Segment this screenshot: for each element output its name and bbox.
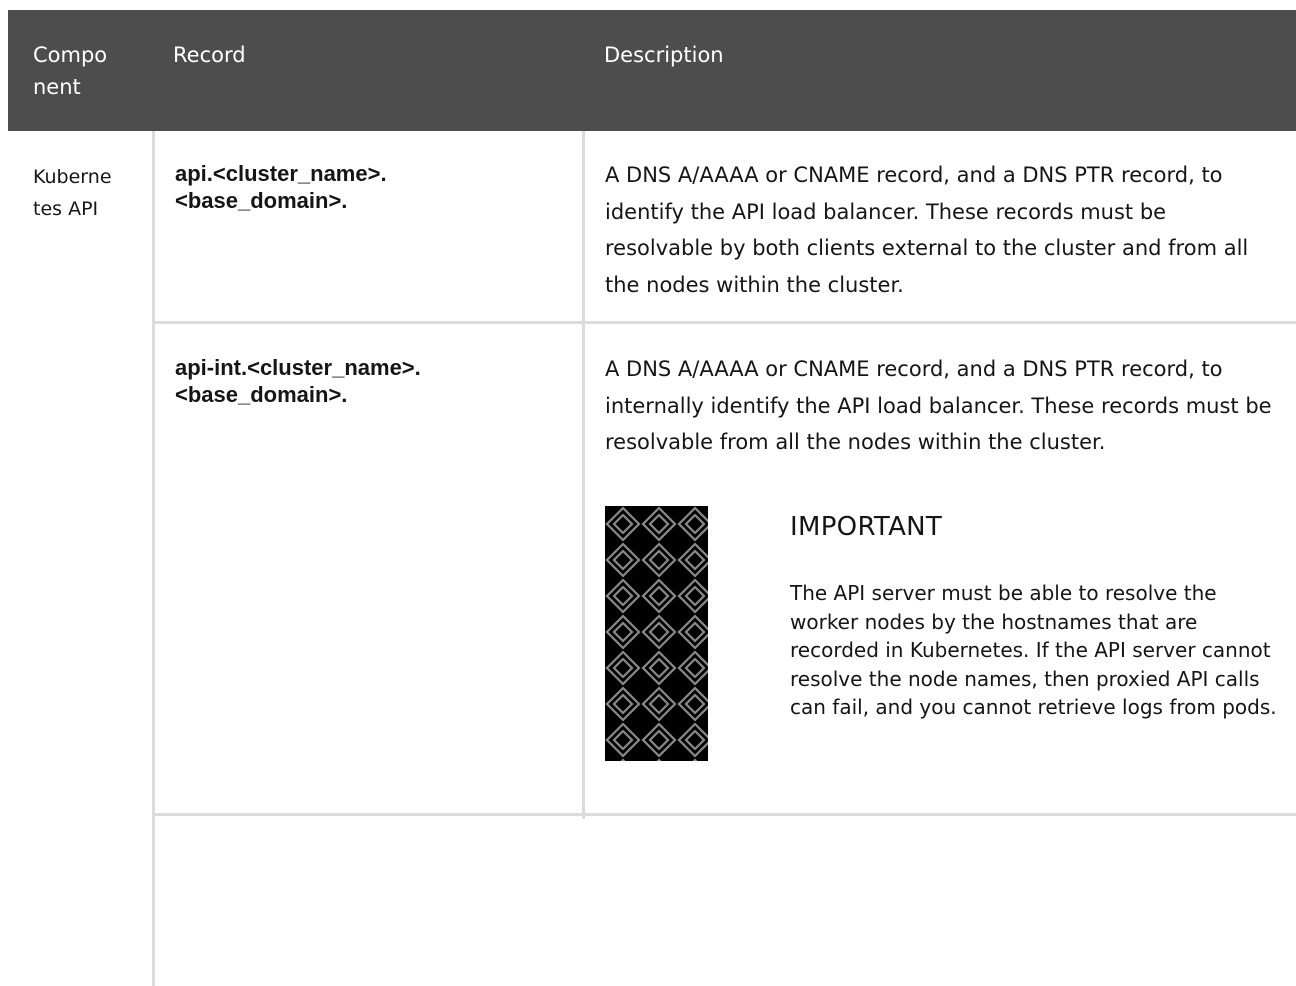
table-header: Compo nent Record Description	[8, 10, 1296, 131]
row-divider-2	[155, 813, 1296, 816]
record-api-line1: api.<cluster_name>.	[175, 161, 387, 186]
record-api-int-line2: <base_domain>.	[175, 382, 348, 407]
column-divider-record	[582, 131, 585, 819]
header-description: Description	[604, 43, 724, 67]
component-cell: Kuberne tes API	[33, 166, 112, 220]
description-api-int: A DNS A/AAAA or CNAME record, and a DNS …	[605, 357, 1272, 454]
important-pattern-icon	[605, 506, 708, 761]
record-api-int-line1: api-int.<cluster_name>.	[175, 355, 421, 380]
dns-records-table: Compo nent Record Description Kuberne te…	[8, 10, 1296, 986]
header-record: Record	[173, 43, 246, 67]
header-component: Compo nent	[33, 43, 108, 99]
record-api-int: api-int.<cluster_name>. <base_domain>.	[175, 354, 421, 408]
description-api: A DNS A/AAAA or CNAME record, and a DNS …	[605, 163, 1249, 297]
column-divider-component	[152, 131, 155, 986]
admonition-body: The API server must be able to resolve t…	[790, 581, 1277, 719]
record-api-line2: <base_domain>.	[175, 188, 348, 213]
row-divider-1	[155, 321, 1296, 324]
admonition-title: IMPORTANT	[790, 512, 943, 542]
record-api: api.<cluster_name>. <base_domain>.	[175, 160, 387, 214]
